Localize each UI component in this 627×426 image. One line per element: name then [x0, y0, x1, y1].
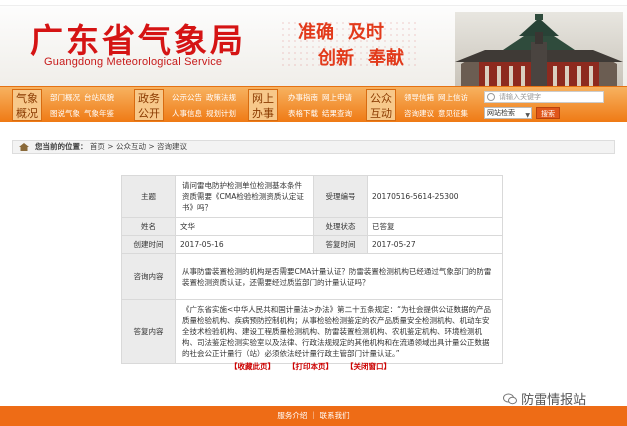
search-scope-select[interactable]: 网站检索 ▼: [484, 107, 532, 119]
nav-link-personnel[interactable]: 人事信息: [172, 108, 202, 119]
slogan-4: 奉献: [368, 48, 404, 69]
bookmark-page-button[interactable]: 【收藏此页】: [230, 361, 275, 372]
nav-tag-gov[interactable]: 政务公开: [134, 89, 164, 121]
nav-link-stations[interactable]: 台站风貌: [84, 92, 114, 103]
nav-link-yearbook[interactable]: 气象年鉴: [84, 108, 114, 119]
label-status: 处理状态: [313, 217, 368, 236]
label-replied: 答复时间: [313, 235, 368, 254]
value-created: 2017-05-16: [175, 235, 314, 254]
search-placeholder: 请输入关键字: [499, 93, 541, 101]
value-status: 已答复: [367, 217, 503, 236]
site-logo-cn[interactable]: 广东省气象局: [30, 14, 246, 62]
value-replied: 2017-05-27: [367, 235, 503, 254]
print-page-button[interactable]: 【打印本页】: [288, 361, 333, 372]
site-logo-en: Guangdong Meteorological Service: [44, 56, 223, 68]
wechat-icon: [503, 393, 517, 405]
home-icon: [19, 143, 29, 151]
value-question: 从事防雷装置检测的机构是否需要CMA计量认证？防雷装置检测机构已经通过气象部门的…: [175, 253, 503, 300]
label-question: 咨询内容: [121, 253, 176, 300]
nav-link-results[interactable]: 结果查询: [322, 108, 352, 119]
slogan-3: 创新: [318, 48, 354, 69]
label-accept-no: 受理编号: [313, 175, 368, 218]
memorial-hall-icon: [455, 12, 623, 86]
breadcrumb: 您当前的位置： 首页 > 公众互动 > 咨询建议: [12, 140, 615, 154]
search-icon: [487, 93, 495, 101]
main-nav: 气象概况 部门概况 台站风貌 图说气象 气象年鉴 政务公开 公示公告 政策法规 …: [0, 86, 627, 122]
nav-link-consult[interactable]: 咨询建议: [404, 108, 434, 119]
nav-link-plans[interactable]: 规划计划: [206, 108, 236, 119]
nav-link-apply[interactable]: 网上申请: [322, 92, 352, 103]
nav-tag-public[interactable]: 公众互动: [366, 89, 396, 121]
nav-link-petition[interactable]: 网上信访: [438, 92, 468, 103]
value-name: 文华: [175, 217, 314, 236]
slogan-1: 准确: [298, 22, 334, 43]
consult-detail-table: 主题 请问雷电防护检测单位检测基本条件资质需要《CMA检验检测资质认定证书》吗？…: [121, 175, 503, 364]
label-name: 姓名: [121, 217, 176, 236]
value-answer: 《广东省实施<中华人民共和国计量法>办法》第二十五条规定：“为社会提供公证数据的…: [175, 299, 503, 364]
nav-link-guide[interactable]: 办事指南: [288, 92, 318, 103]
nav-link-pictures[interactable]: 图说气象: [50, 108, 80, 119]
nav-tag-online[interactable]: 网上办事: [248, 89, 278, 121]
label-created: 创建时间: [121, 235, 176, 254]
chevron-down-icon: ▼: [525, 112, 530, 119]
footer-bar: 服务介绍 ｜ 联系我们: [0, 406, 627, 426]
search-button[interactable]: 搜索: [536, 107, 560, 119]
nav-link-forms[interactable]: 表格下载: [288, 108, 318, 119]
nav-link-notices[interactable]: 公示公告: [172, 92, 202, 103]
breadcrumb-path[interactable]: 首页 > 公众互动 > 咨询建议: [90, 142, 187, 151]
label-answer: 答复内容: [121, 299, 176, 364]
nav-link-mailbox[interactable]: 领导信箱: [404, 92, 434, 103]
nav-link-opinions[interactable]: 意见征集: [438, 108, 468, 119]
value-accept-no: 20170516-5614-25300: [367, 175, 503, 218]
site-banner: 广东省气象局 Guangdong Meteorological Service …: [0, 6, 627, 86]
nav-tag-overview[interactable]: 气象概况: [12, 89, 42, 121]
breadcrumb-label: 您当前的位置：: [35, 142, 88, 151]
close-window-button[interactable]: 【关闭窗口】: [346, 361, 391, 372]
nav-link-dept[interactable]: 部门概况: [50, 92, 80, 103]
nav-link-policies[interactable]: 政策法规: [206, 92, 236, 103]
search-input[interactable]: 请输入关键字: [484, 91, 604, 103]
value-subject: 请问雷电防护检测单位检测基本条件资质需要《CMA检验检测资质认定证书》吗？: [175, 175, 314, 218]
footer-links[interactable]: 服务介绍 ｜ 联系我们: [277, 411, 349, 420]
search-scope-value: 网站检索: [487, 109, 515, 117]
label-subject: 主题: [121, 175, 176, 218]
slogan-2: 及时: [348, 22, 384, 43]
